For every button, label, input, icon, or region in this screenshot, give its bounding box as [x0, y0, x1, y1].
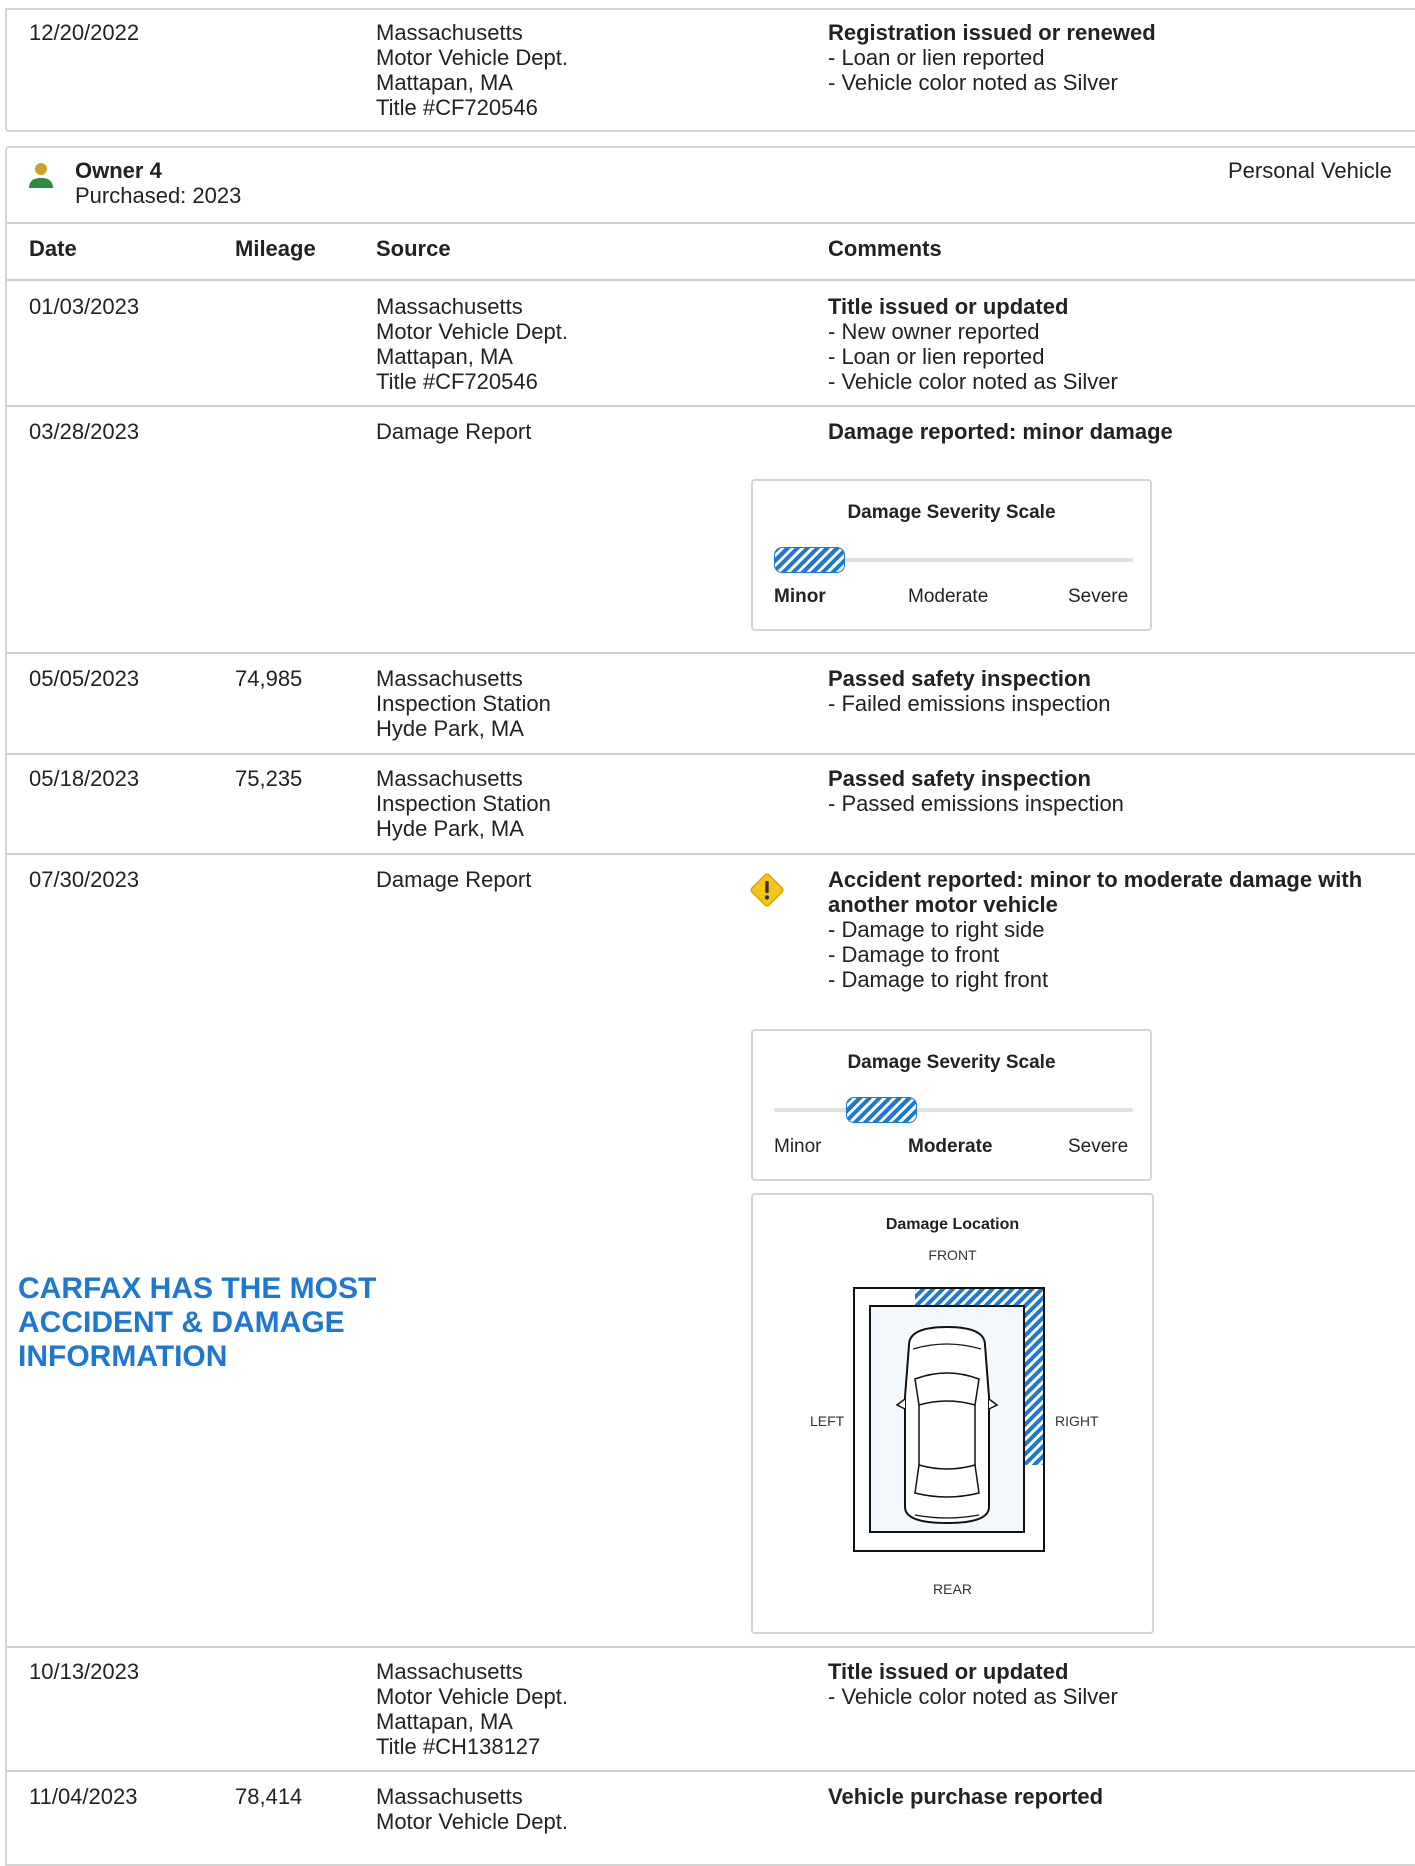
row-date: 03/28/2023: [29, 419, 140, 444]
owner-name: Owner 4: [75, 158, 162, 183]
severity-level-bar: [774, 547, 845, 573]
location-front-label: FRONT: [928, 1247, 977, 1263]
owner-card: [5, 146, 1415, 1866]
row-mileage: 74,985: [235, 666, 303, 691]
divider: [7, 1646, 1415, 1648]
location-left-label: LEFT: [810, 1413, 845, 1429]
previous-owner-card: [5, 8, 1415, 132]
row-comments: Passed safety inspection - Passed emissi…: [828, 766, 1124, 816]
damage-severity-scale: Damage Severity Scale Minor Moderate Sev…: [751, 1029, 1152, 1181]
row-comment-title: Damage reported: minor damage: [828, 419, 1173, 444]
row-comments: Title issued or updated - Vehicle color …: [828, 1659, 1118, 1709]
column-header-date: Date: [29, 236, 77, 261]
record-source: Massachusetts Motor Vehicle Dept. Mattap…: [376, 20, 568, 120]
row-source: Massachusetts Inspection Station Hyde Pa…: [376, 766, 551, 841]
damage-severity-scale: Damage Severity Scale Minor Moderate Sev…: [751, 479, 1152, 631]
divider: [7, 1770, 1415, 1772]
row-mileage: 78,414: [235, 1784, 303, 1809]
column-header-comments: Comments: [828, 236, 942, 261]
severity-label-moderate: Moderate: [908, 586, 989, 607]
owner-icon: [28, 162, 54, 190]
column-header-source: Source: [376, 236, 451, 261]
divider: [7, 405, 1415, 407]
owner-purchased: Purchased: 2023: [75, 183, 242, 208]
divider: [7, 279, 1415, 281]
row-source: Massachusetts Inspection Station Hyde Pa…: [376, 666, 551, 741]
row-comments: Title issued or updated - New owner repo…: [828, 294, 1118, 394]
severity-title: Damage Severity Scale: [847, 1052, 1056, 1073]
severity-label-severe: Severe: [1068, 1136, 1129, 1157]
divider: [7, 652, 1415, 654]
divider: [7, 222, 1415, 224]
row-date: 07/30/2023: [29, 867, 140, 892]
severity-label-minor: Minor: [774, 1136, 822, 1157]
severity-title: Damage Severity Scale: [847, 502, 1056, 523]
severity-track: [774, 1108, 1133, 1112]
severity-label-minor: Minor: [774, 586, 826, 607]
divider: [7, 853, 1415, 855]
severity-label-severe: Severe: [1068, 586, 1129, 607]
severity-label-moderate: Moderate: [908, 1136, 993, 1157]
warning-icon: [746, 869, 788, 911]
row-source: Damage Report: [376, 419, 532, 444]
severity-level-bar: [846, 1097, 917, 1123]
row-date: 05/18/2023: [29, 766, 140, 791]
row-date: 10/13/2023: [29, 1659, 140, 1684]
column-header-mileage: Mileage: [235, 236, 316, 261]
row-comments: Accident reported: minor to moderate dam…: [828, 867, 1363, 992]
row-source: Massachusetts Motor Vehicle Dept. Mattap…: [376, 294, 568, 394]
damage-location-diagram: Damage Location FRONT LEFT RIGHT REAR: [751, 1193, 1154, 1634]
damage-zone-right-side: [1023, 1289, 1043, 1465]
location-right-label: RIGHT: [1055, 1413, 1099, 1429]
location-title: Damage Location: [885, 1216, 1020, 1233]
row-date: 05/05/2023: [29, 666, 140, 691]
record-comments: Registration issued or renewed - Loan or…: [828, 20, 1156, 95]
car-top-view: [853, 1287, 1045, 1552]
row-date: 01/03/2023: [29, 294, 140, 319]
row-comments: Passed safety inspection - Failed emissi…: [828, 666, 1111, 716]
location-rear-label: REAR: [933, 1581, 972, 1597]
record-date: 12/20/2022: [29, 20, 140, 45]
row-mileage: 75,235: [235, 766, 303, 791]
promo-text: CARFAX HAS THE MOST ACCIDENT & DAMAGE IN…: [18, 1272, 377, 1373]
row-source: Damage Report: [376, 867, 532, 892]
owner-vehicle-type: Personal Vehicle: [1228, 158, 1392, 183]
row-comment-title: Vehicle purchase reported: [828, 1784, 1104, 1809]
divider: [7, 753, 1415, 755]
row-source: Massachusetts Motor Vehicle Dept.: [376, 1784, 568, 1834]
row-source: Massachusetts Motor Vehicle Dept. Mattap…: [376, 1659, 568, 1759]
row-date: 11/04/2023: [29, 1784, 138, 1809]
